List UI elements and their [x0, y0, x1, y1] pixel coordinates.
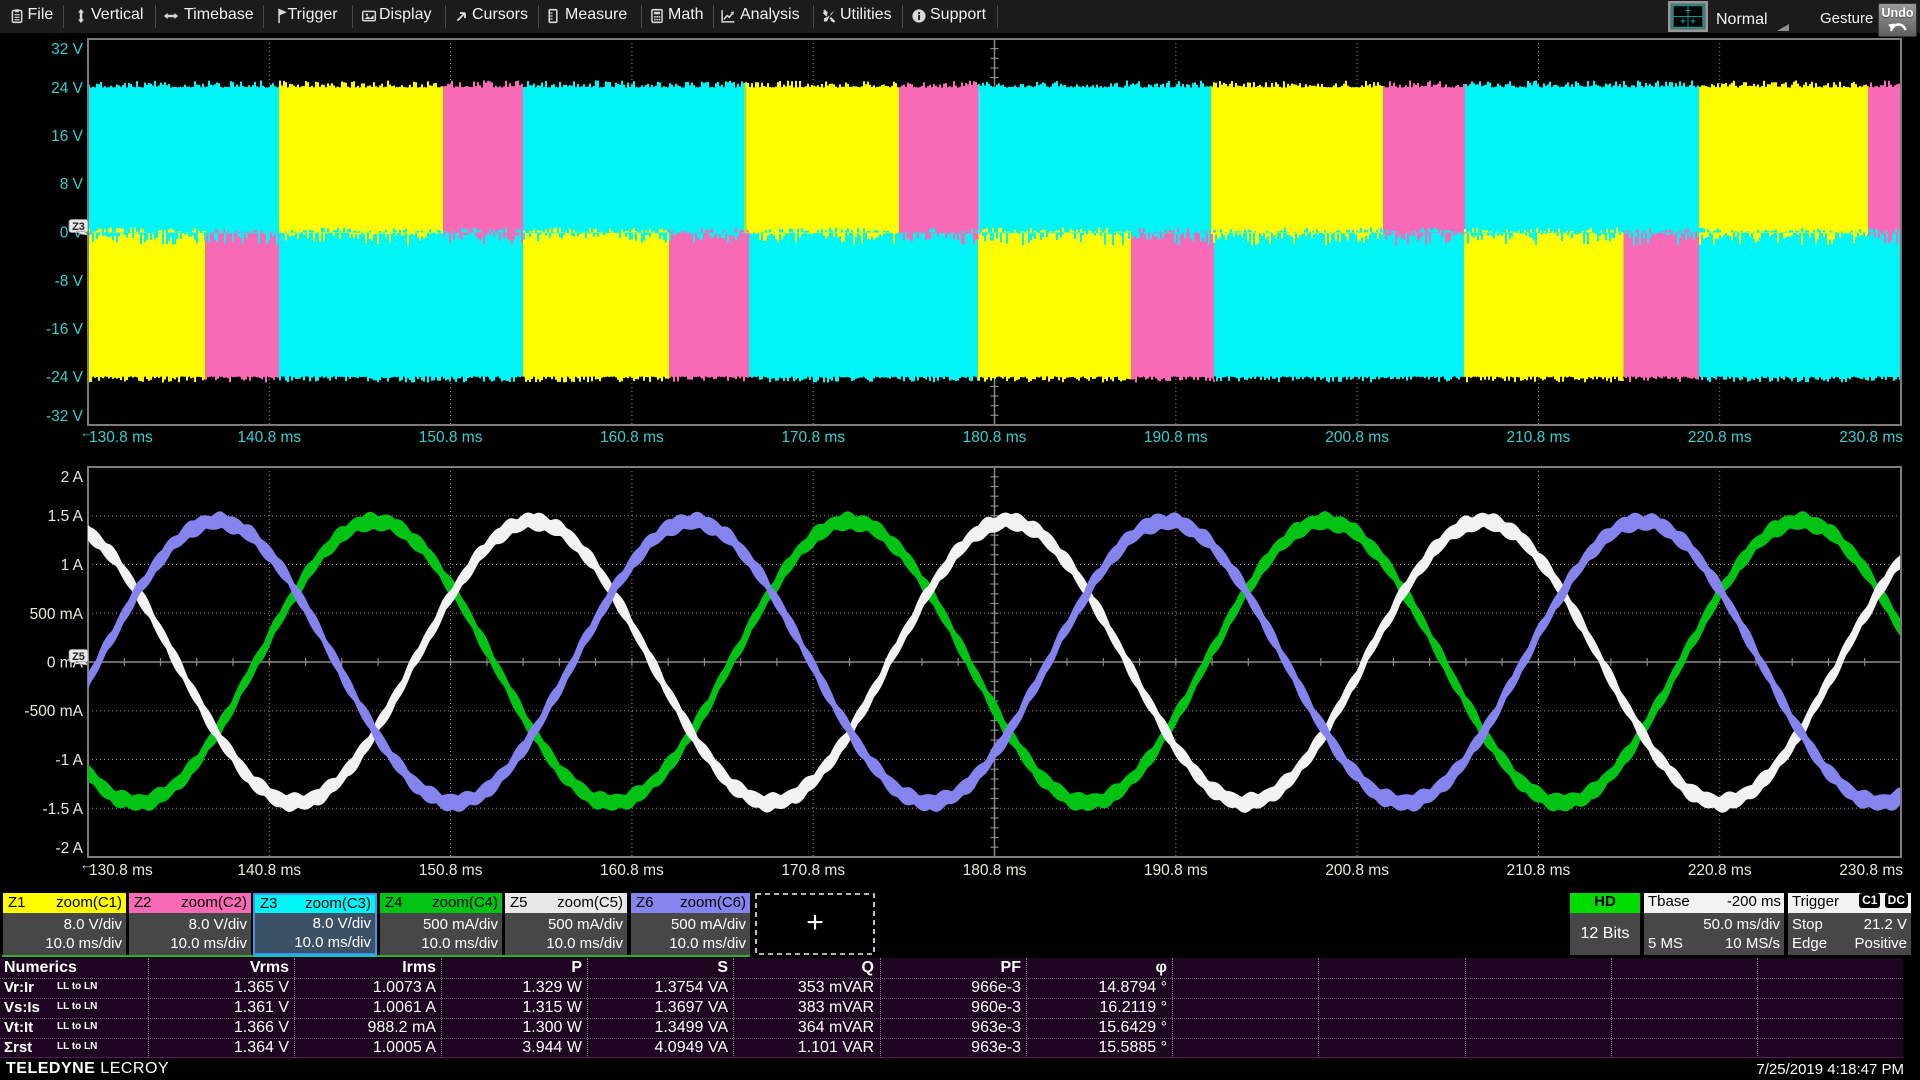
svg-text:220.8 ms: 220.8 ms	[1688, 429, 1752, 446]
svg-text:Z3: Z3	[72, 221, 85, 233]
svg-text:180.8 ms: 180.8 ms	[963, 429, 1027, 446]
svg-text:160.8 ms: 160.8 ms	[600, 862, 664, 879]
svg-text:130.8 ms: 130.8 ms	[89, 862, 153, 879]
svg-text:190.8 ms: 190.8 ms	[1144, 862, 1208, 879]
svg-text:-500 mA: -500 mA	[24, 703, 83, 720]
svg-text:Z5: Z5	[72, 651, 85, 663]
svg-text:8 V: 8 V	[60, 176, 84, 193]
svg-text:-16 V: -16 V	[46, 321, 84, 338]
svg-text:230.8 ms: 230.8 ms	[1839, 862, 1903, 879]
svg-text:1 A: 1 A	[61, 557, 84, 574]
svg-text:170.8 ms: 170.8 ms	[781, 429, 845, 446]
svg-text:180.8 ms: 180.8 ms	[963, 862, 1027, 879]
svg-text:32 V: 32 V	[51, 41, 84, 58]
svg-text:←: ←	[80, 857, 93, 872]
svg-text:500 mA: 500 mA	[30, 606, 84, 623]
svg-text:16 V: 16 V	[51, 128, 84, 145]
svg-text:170.8 ms: 170.8 ms	[781, 862, 845, 879]
svg-text:230.8 ms: 230.8 ms	[1839, 429, 1903, 446]
svg-text:1.5 A: 1.5 A	[48, 508, 84, 525]
svg-text:-2 A: -2 A	[55, 840, 83, 857]
svg-text:2 A: 2 A	[61, 469, 84, 486]
svg-text:130.8 ms: 130.8 ms	[89, 429, 153, 446]
svg-text:210.8 ms: 210.8 ms	[1507, 429, 1571, 446]
svg-text:190.8 ms: 190.8 ms	[1144, 429, 1208, 446]
svg-text:160.8 ms: 160.8 ms	[600, 429, 664, 446]
svg-text:210.8 ms: 210.8 ms	[1507, 862, 1571, 879]
svg-text:-8 V: -8 V	[55, 273, 84, 290]
svg-text:140.8 ms: 140.8 ms	[237, 429, 301, 446]
svg-text:200.8 ms: 200.8 ms	[1325, 862, 1389, 879]
svg-text:150.8 ms: 150.8 ms	[419, 429, 483, 446]
svg-text:←: ←	[80, 425, 93, 440]
svg-text:150.8 ms: 150.8 ms	[419, 862, 483, 879]
svg-text:140.8 ms: 140.8 ms	[237, 862, 301, 879]
svg-text:220.8 ms: 220.8 ms	[1688, 862, 1752, 879]
svg-text:-24 V: -24 V	[46, 369, 84, 386]
svg-text:200.8 ms: 200.8 ms	[1325, 429, 1389, 446]
svg-text:-1.5 A: -1.5 A	[43, 801, 84, 818]
svg-text:24 V: 24 V	[51, 80, 84, 97]
svg-text:-32 V: -32 V	[46, 408, 84, 425]
svg-text:-1 A: -1 A	[55, 752, 83, 769]
